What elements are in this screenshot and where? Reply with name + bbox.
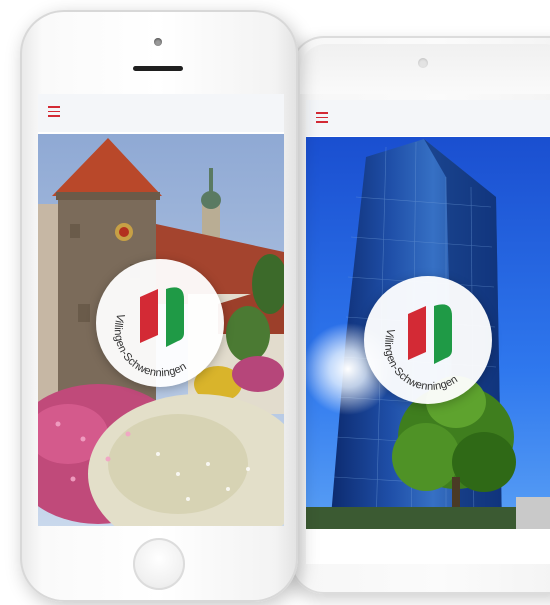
- android-phone: Villingen-Schwenningen: [287, 36, 550, 594]
- logo-red-flag-icon: [140, 289, 158, 343]
- hamburger-menu-icon[interactable]: [48, 106, 60, 118]
- iphone-screen: Villingen-Schwenningen: [38, 94, 284, 526]
- android-screen: Villingen-Schwenningen: [306, 100, 550, 564]
- earpiece-speaker: [133, 66, 183, 71]
- front-camera: [154, 38, 162, 46]
- city-logo-seal: Villingen-Schwenningen: [364, 276, 492, 404]
- android-sensor: [418, 58, 428, 68]
- app-showcase: Villingen-Schwenningen Villingen-Schwenn…: [0, 0, 550, 605]
- city-logo-seal: Villingen-Schwenningen: [96, 259, 224, 387]
- home-button[interactable]: [133, 538, 185, 590]
- logo-green-flag-icon: [166, 287, 184, 347]
- app-bar: [38, 94, 284, 132]
- android-top-bezel: [300, 44, 550, 94]
- hamburger-menu-icon[interactable]: [316, 112, 328, 124]
- app-bar: [306, 100, 550, 136]
- logo-red-flag-icon: [408, 306, 426, 360]
- iphone-device: Villingen-Schwenningen: [20, 10, 298, 602]
- logo-green-flag-icon: [434, 304, 452, 364]
